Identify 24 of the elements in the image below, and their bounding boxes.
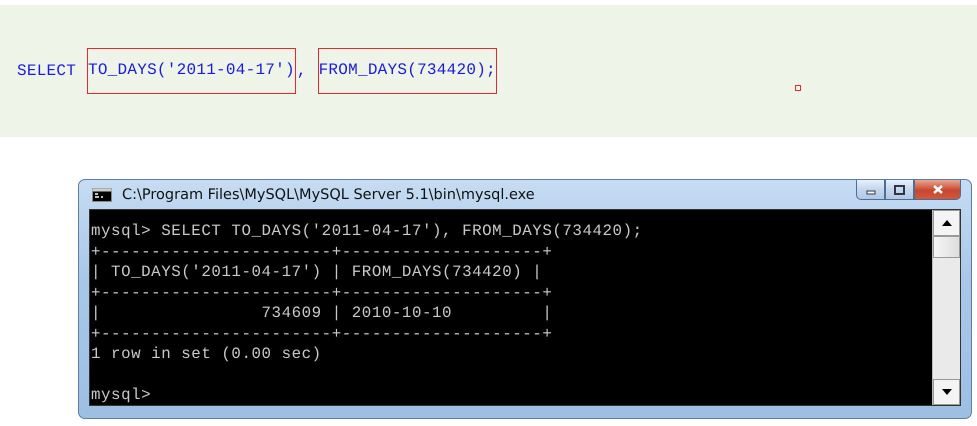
terminal-line: mysql> SELECT TO_DAYS('2011-04-17'), FROM_DAYS(734420); [91, 221, 644, 242]
console-icon [92, 188, 112, 202]
maximize-icon [894, 184, 905, 194]
scroll-thumb[interactable] [933, 236, 960, 258]
scrollbar[interactable] [932, 210, 960, 405]
scroll-down-icon[interactable] [933, 379, 960, 405]
highlighted-code: FROM_DAYS(734420); [318, 48, 497, 94]
code-text: SELECT [17, 62, 78, 80]
highlighted-code: TO_DAYS('2011-04-17') [86, 48, 296, 94]
terminal-line: +-----------------------+--------------------+ [91, 282, 554, 303]
terminal-line: 1 row in set (0.00 sec) [91, 344, 323, 364]
marker-icon [795, 85, 801, 91]
close-button[interactable] [914, 180, 961, 200]
terminal-line: +-----------------------+--------------------+ [91, 324, 554, 344]
terminal-prompt: mysql> [91, 384, 152, 405]
terminal-line: | 734609 | 2010-10-10 | [91, 303, 554, 324]
terminal-line: +-----------------------+--------------------+ [91, 242, 554, 262]
terminal-line: | TO_DAYS('2011-04-17') | FROM_DAYS(734420) | [91, 262, 544, 282]
window-title: C:\Program Files\MySQL\MySQL Server 5.1\bin\mysql.exe [122, 186, 535, 202]
code-text: , [296, 62, 308, 80]
close-icon [932, 184, 944, 195]
scroll-up-icon[interactable] [933, 210, 960, 236]
minimize-button[interactable] [856, 180, 885, 200]
maximize-button[interactable] [885, 180, 914, 200]
